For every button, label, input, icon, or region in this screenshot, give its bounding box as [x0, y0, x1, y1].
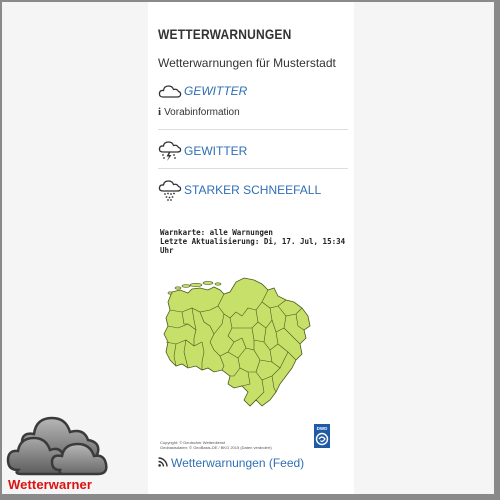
image-frame [0, 0, 500, 500]
